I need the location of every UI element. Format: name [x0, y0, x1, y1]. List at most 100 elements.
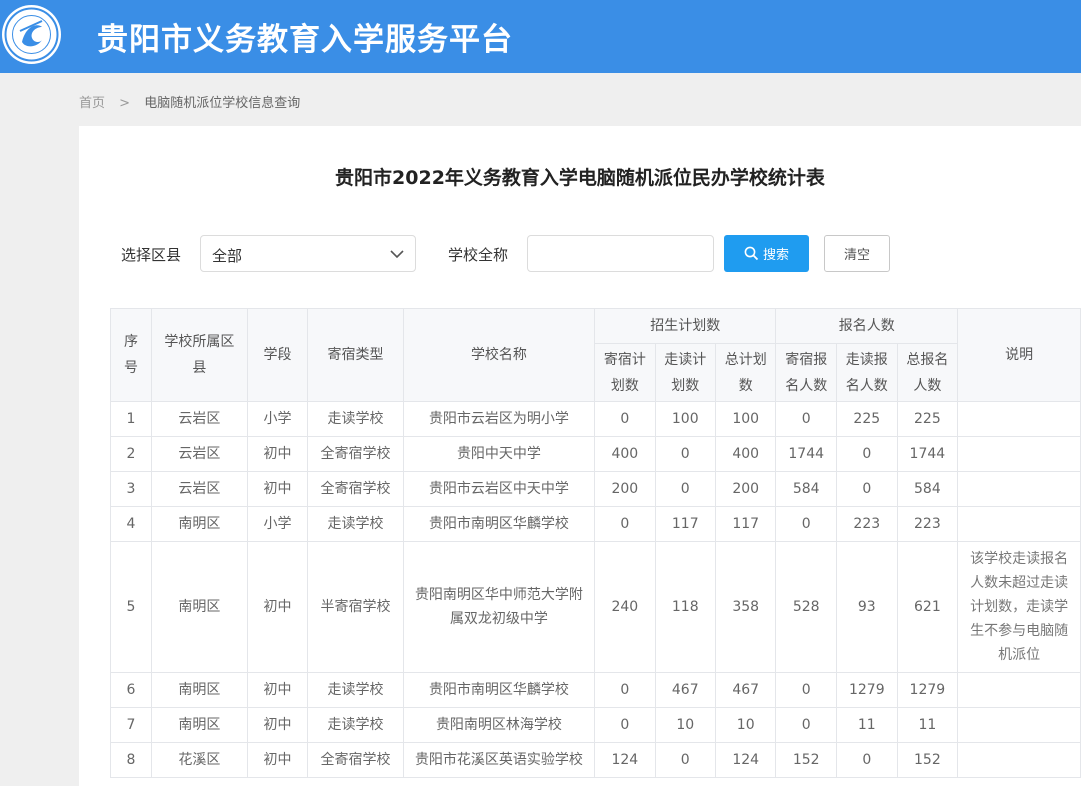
cell-sign-board: 0: [775, 672, 837, 708]
cell-sign-day: 0: [836, 436, 898, 472]
table-row: 8 花溪区 初中 全寄宿学校 贵阳市花溪区英语实验学校 124 0 124 15…: [110, 742, 1081, 778]
cell-stage: 初中: [246, 541, 309, 673]
table-row: 6 南明区 初中 走读学校 贵阳市南明区华麟学校 0 467 467 0 127…: [110, 672, 1081, 708]
chevron-down-icon: [390, 250, 404, 259]
district-select[interactable]: 全部: [200, 235, 416, 272]
breadcrumb-home-link[interactable]: 首页: [79, 96, 105, 111]
cell-sign-board: 0: [775, 506, 837, 542]
cell-boarding: 走读学校: [307, 707, 404, 743]
header-boarding: 寄宿类型: [307, 308, 404, 402]
cell-plan-board: 0: [594, 401, 656, 437]
cell-plan-board: 200: [594, 471, 656, 507]
cell-sign-total: 1744: [896, 436, 959, 472]
cell-boarding: 半寄宿学校: [307, 541, 404, 673]
cell-index: 5: [110, 541, 152, 673]
cell-sign-board: 528: [775, 541, 837, 673]
cell-index: 4: [110, 506, 152, 542]
header-school: 学校名称: [402, 308, 596, 402]
cell-note: 该学校走读报名人数未超过走读计划数，走读学生不参与电脑随机派位: [957, 541, 1081, 673]
cell-plan-day: 0: [654, 436, 716, 472]
cell-sign-day: 0: [836, 471, 898, 507]
cell-plan-total: 467: [714, 672, 777, 708]
cell-plan-day: 118: [654, 541, 716, 673]
header-plan-board: 寄宿计划数: [594, 343, 656, 402]
cell-sign-total: 11: [896, 707, 959, 743]
cell-school: 贵阳市南明区华麟学校: [402, 506, 596, 542]
cell-sign-board: 0: [775, 401, 837, 437]
cell-district: 南明区: [150, 672, 248, 708]
cell-plan-day: 0: [654, 742, 716, 778]
cell-plan-board: 0: [594, 707, 656, 743]
cell-sign-total: 225: [896, 401, 959, 437]
cell-district: 南明区: [150, 506, 248, 542]
cell-sign-day: 1279: [836, 672, 898, 708]
cell-boarding: 全寄宿学校: [307, 436, 404, 472]
cell-sign-total: 223: [896, 506, 959, 542]
cell-plan-day: 0: [654, 471, 716, 507]
cell-district: 南明区: [150, 707, 248, 743]
cell-plan-day: 117: [654, 506, 716, 542]
cell-sign-day: 93: [836, 541, 898, 673]
search-icon: [744, 246, 759, 261]
table-row: 5 南明区 初中 半寄宿学校 贵阳南明区华中师范大学附属双龙初级中学 240 1…: [110, 541, 1081, 673]
table-row: 3 云岩区 初中 全寄宿学校 贵阳市云岩区中天中学 200 0 200 584 …: [110, 471, 1081, 507]
school-name-label: 学校全称: [448, 246, 509, 264]
cell-stage: 初中: [246, 742, 309, 778]
cell-district: 云岩区: [150, 471, 248, 507]
breadcrumb-separator: >: [119, 96, 131, 111]
cell-plan-total: 117: [714, 506, 777, 542]
cell-sign-day: 223: [836, 506, 898, 542]
cell-index: 1: [110, 401, 152, 437]
cell-school: 贵阳市花溪区英语实验学校: [402, 742, 596, 778]
cell-sign-board: 1744: [775, 436, 837, 472]
district-label: 选择区县: [121, 246, 182, 264]
education-logo-icon[interactable]: [2, 5, 61, 64]
school-stats-table: 序号 学校所属区县 学段 寄宿类型 学校名称 招生计划数 报名人数 说明 寄宿计…: [110, 308, 1081, 778]
cell-district: 云岩区: [150, 401, 248, 437]
cell-sign-day: 11: [836, 707, 898, 743]
breadcrumb: 首页 > 电脑随机派位学校信息查询: [79, 92, 300, 111]
search-button-label: 搜索: [762, 248, 789, 263]
search-button[interactable]: 搜索: [724, 235, 809, 272]
cell-school: 贵阳南明区林海学校: [402, 707, 596, 743]
header-plan-group: 招生计划数: [594, 308, 777, 344]
table-row: 4 南明区 小学 走读学校 贵阳市南明区华麟学校 0 117 117 0 223…: [110, 506, 1081, 542]
breadcrumb-current: 电脑随机派位学校信息查询: [144, 96, 301, 111]
cell-index: 2: [110, 436, 152, 472]
cell-plan-board: 124: [594, 742, 656, 778]
cell-district: 南明区: [150, 541, 248, 673]
cell-school: 贵阳市云岩区中天中学: [402, 471, 596, 507]
cell-sign-board: 0: [775, 707, 837, 743]
cell-plan-board: 0: [594, 672, 656, 708]
cell-index: 7: [110, 707, 152, 743]
cell-stage: 小学: [246, 401, 309, 437]
site-header: 贵阳市义务教育入学服务平台: [0, 0, 1081, 73]
content-card: 贵阳市2022年义务教育入学电脑随机派位民办学校统计表 选择区县 全部 学校全称…: [79, 126, 1081, 786]
header-plan-total: 总计划数: [714, 343, 777, 402]
clear-button[interactable]: 清空: [824, 235, 890, 272]
header-sign-board: 寄宿报名人数: [775, 343, 837, 402]
cell-index: 8: [110, 742, 152, 778]
header-index: 序号: [110, 308, 152, 402]
cell-plan-day: 467: [654, 672, 716, 708]
cell-plan-board: 240: [594, 541, 656, 673]
header-note: 说明: [957, 308, 1081, 402]
school-name-input[interactable]: [527, 235, 714, 272]
cell-plan-total: 124: [714, 742, 777, 778]
cell-plan-board: 0: [594, 506, 656, 542]
page-title: 贵阳市2022年义务教育入学电脑随机派位民办学校统计表: [335, 167, 825, 189]
header-plan-day: 走读计划数: [654, 343, 716, 402]
cell-plan-total: 100: [714, 401, 777, 437]
cell-note: [957, 506, 1081, 542]
cell-note: [957, 742, 1081, 778]
cell-plan-day: 100: [654, 401, 716, 437]
cell-sign-day: 0: [836, 742, 898, 778]
header-signup-group: 报名人数: [775, 308, 959, 344]
table-row: 7 南明区 初中 走读学校 贵阳南明区林海学校 0 10 10 0 11 11: [110, 707, 1081, 743]
cell-sign-board: 152: [775, 742, 837, 778]
cell-district: 花溪区: [150, 742, 248, 778]
district-select-value: 全部: [212, 247, 243, 265]
cell-boarding: 全寄宿学校: [307, 742, 404, 778]
site-title: 贵阳市义务教育入学服务平台: [97, 22, 513, 58]
header-sign-total: 总报名人数: [896, 343, 959, 402]
